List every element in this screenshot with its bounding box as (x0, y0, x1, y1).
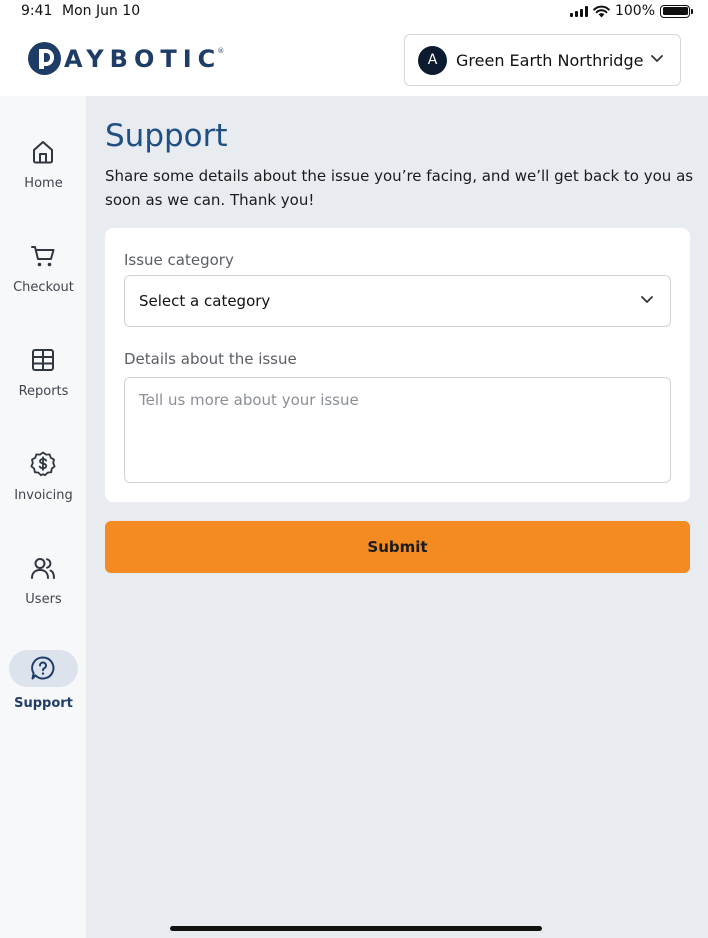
sidebar-item-users[interactable]: Users (0, 546, 87, 636)
sidebar-item-reports[interactable]: Reports (0, 338, 87, 428)
issue-details-label: Details about the issue (124, 350, 297, 368)
account-name: Green Earth Northridge (456, 50, 644, 70)
sidebar-nav: Home Checkout Reports Invoicing Users Su… (0, 96, 87, 938)
status-bar: 9:41 Mon Jun 10 100% (0, 0, 708, 24)
issue-details-textarea[interactable]: Tell us more about your issue (124, 377, 671, 483)
status-date: Mon Jun 10 (62, 3, 141, 19)
cart-icon (31, 246, 55, 267)
registered-mark: ® (217, 46, 225, 55)
users-icon (31, 558, 55, 579)
sidebar-item-checkout[interactable]: Checkout (0, 234, 87, 324)
sidebar-item-label: Users (25, 592, 62, 607)
home-icon (33, 141, 53, 164)
battery-icon (660, 4, 693, 18)
issue-category-select[interactable]: Select a category (124, 275, 671, 327)
logo-mark-icon (28, 42, 61, 75)
sidebar-item-label: Support (14, 696, 73, 711)
home-indicator[interactable] (170, 926, 542, 931)
table-icon (32, 349, 54, 371)
account-selector[interactable]: A Green Earth Northridge (404, 34, 681, 86)
issue-category-value: Select a category (139, 292, 271, 310)
dollar-badge-icon (30, 451, 56, 477)
sidebar-item-home[interactable]: Home (0, 130, 87, 220)
sidebar-item-label: Reports (18, 384, 69, 399)
issue-details-placeholder: Tell us more about your issue (139, 391, 359, 409)
sidebar-item-invoicing[interactable]: Invoicing (0, 442, 87, 532)
app-header: AYBOTIC ® A Green Earth Northridge (0, 24, 708, 96)
main-content: Support Share some details about the iss… (87, 96, 708, 938)
help-chat-icon (31, 656, 55, 680)
account-avatar: A (418, 45, 447, 75)
support-form-card: Issue category Select a category Details… (105, 228, 690, 502)
page-title: Support (105, 118, 228, 154)
sidebar-item-label: Checkout (13, 280, 74, 295)
issue-category-label: Issue category (124, 251, 234, 269)
chevron-down-icon (641, 296, 653, 303)
status-time: 9:41 (21, 3, 53, 19)
sidebar-item-support[interactable]: Support (0, 646, 87, 736)
page-description: Share some details about the issue you’r… (105, 167, 694, 209)
status-indicators: 100% (569, 3, 693, 19)
sidebar-item-label: Invoicing (14, 488, 73, 503)
chevron-down-icon (651, 55, 663, 62)
battery-percent: 100% (614, 3, 655, 19)
submit-button[interactable]: Submit (105, 521, 690, 573)
logo-text: AYBOTIC (64, 44, 222, 73)
paybotic-logo: AYBOTIC ® (28, 42, 224, 75)
cellular-signal-icon (569, 5, 588, 17)
wifi-icon (593, 5, 610, 17)
submit-label: Submit (367, 538, 428, 556)
sidebar-item-label: Home (24, 176, 63, 191)
